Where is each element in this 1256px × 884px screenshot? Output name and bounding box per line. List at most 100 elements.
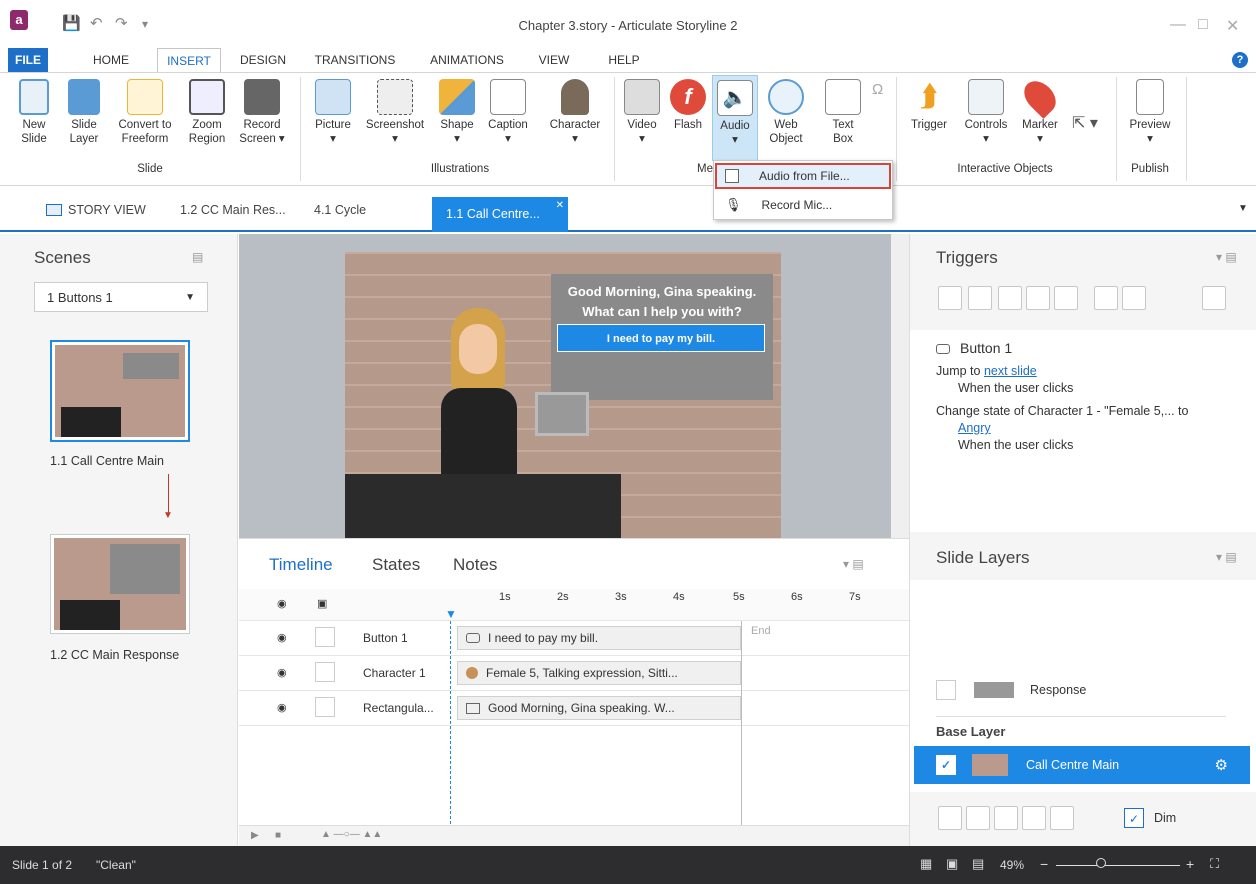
tab-file[interactable]: FILE	[8, 48, 48, 72]
story-view-tab[interactable]: STORY VIEW	[46, 197, 146, 223]
marker-button[interactable]: Marker ▾	[1016, 75, 1064, 146]
delete-layer-icon[interactable]	[1050, 806, 1074, 830]
layer-item[interactable]: Response	[936, 674, 1236, 706]
new-slide-button[interactable]: New Slide	[18, 79, 50, 146]
delete-trigger-icon[interactable]	[1054, 286, 1078, 310]
tab-cc-main-response[interactable]: 1.2 CC Main Res...	[180, 197, 286, 223]
copy-layer-icon[interactable]	[994, 806, 1018, 830]
slide-layer-button[interactable]: Slide Layer	[64, 79, 104, 146]
zoom-slider-thumb[interactable]	[1096, 858, 1106, 868]
tab-home[interactable]: HOME	[86, 48, 136, 72]
lock-toggle[interactable]	[315, 697, 335, 717]
normal-view-icon[interactable]: ▦	[920, 856, 932, 872]
help-icon[interactable]: ?	[1232, 52, 1248, 68]
eye-icon[interactable]: ◉	[277, 631, 287, 644]
text-box-button[interactable]: Text Box	[820, 79, 866, 146]
tab-timeline[interactable]: Timeline	[269, 555, 333, 575]
variables-icon[interactable]	[1202, 286, 1226, 310]
paste-trigger-icon[interactable]	[1026, 286, 1050, 310]
slide-view-icon[interactable]: ▣	[946, 856, 958, 872]
copy-trigger-icon[interactable]	[998, 286, 1022, 310]
preview-view-icon[interactable]: ▤	[972, 856, 984, 872]
tab-notes[interactable]: Notes	[453, 555, 497, 575]
tab-insert[interactable]: INSERT	[157, 48, 221, 72]
controls-button[interactable]: Controls ▾	[958, 79, 1014, 146]
tab-transitions[interactable]: TRANSITIONS	[308, 48, 402, 72]
timeline-row[interactable]: ◉ Rectangula... Good Morning, Gina speak…	[239, 691, 909, 726]
layer-checkbox-checked[interactable]: ✓	[936, 755, 956, 775]
shape-button[interactable]: Shape ▾	[434, 79, 480, 146]
close-icon[interactable]: ✕	[1226, 16, 1239, 36]
stop-icon[interactable]: ■	[275, 830, 281, 841]
trigger-link[interactable]: next slide	[984, 364, 1037, 378]
audio-from-file-item[interactable]: Audio from File...	[715, 163, 891, 189]
lock-toggle[interactable]	[315, 662, 335, 682]
convert-freeform-button[interactable]: Convert to Freeform	[112, 79, 178, 146]
lock-icon[interactable]: ▣	[317, 597, 327, 610]
eye-icon[interactable]: ◉	[277, 701, 287, 714]
symbol-icon[interactable]: Ω	[872, 81, 883, 98]
edit-trigger-icon[interactable]	[968, 286, 992, 310]
new-layer-icon[interactable]	[938, 806, 962, 830]
zoom-in-icon[interactable]: +	[1186, 856, 1194, 872]
lock-toggle[interactable]	[315, 627, 335, 647]
trigger-button[interactable]: ⮭ Trigger	[904, 79, 954, 132]
playhead-icon[interactable]: ▼	[445, 607, 457, 621]
timeline-bar[interactable]: I need to pay my bill.	[457, 626, 741, 650]
pay-bill-button[interactable]: I need to pay my bill.	[557, 324, 765, 352]
record-screen-button[interactable]: Record Screen ▾	[234, 79, 290, 146]
tab-states[interactable]: States	[372, 555, 420, 575]
close-tab-icon[interactable]: ✕	[556, 189, 564, 223]
new-trigger-icon[interactable]	[938, 286, 962, 310]
dim-checkbox[interactable]: ✓	[1124, 808, 1144, 828]
zoom-out-icon[interactable]: −	[1040, 856, 1048, 872]
zoom-slider[interactable]: ▲ —○— ▲▲	[321, 829, 382, 840]
eye-icon[interactable]: ◉	[277, 597, 287, 610]
trigger-object[interactable]: Button 1	[936, 340, 1231, 357]
web-object-button[interactable]: Web Object	[762, 79, 810, 146]
slide-thumbnail[interactable]	[50, 534, 190, 634]
zoom-slider[interactable]	[1056, 865, 1180, 866]
panel-restore-icon[interactable]: ▾ ▤	[1216, 250, 1237, 264]
screenshot-button[interactable]: Screenshot ▾	[360, 79, 430, 146]
flash-button[interactable]: f Flash	[668, 79, 708, 132]
tabs-overflow-icon[interactable]: ▼	[1238, 203, 1248, 214]
tab-view[interactable]: VIEW	[532, 48, 576, 72]
minimize-icon[interactable]: —	[1170, 16, 1186, 34]
tab-animations[interactable]: ANIMATIONS	[420, 48, 514, 72]
paste-layer-icon[interactable]	[1022, 806, 1046, 830]
panel-restore-icon[interactable]: ▾ ▤	[843, 557, 864, 571]
timeline-bar[interactable]: Female 5, Talking expression, Sitti...	[457, 661, 741, 685]
picture-button[interactable]: Picture ▾	[310, 79, 356, 146]
tab-call-centre-main[interactable]: 1.1 Call Centre... ✕	[432, 197, 568, 232]
panel-restore-icon[interactable]: ▤	[192, 250, 203, 264]
layer-checkbox[interactable]	[936, 680, 956, 700]
panel-restore-icon[interactable]: ▾ ▤	[1216, 550, 1237, 564]
gear-icon[interactable]: ⚙	[1215, 756, 1228, 774]
stage-scrollbar[interactable]	[891, 234, 909, 538]
timeline-bar[interactable]: Good Morning, Gina speaking. W...	[457, 696, 741, 720]
tab-help[interactable]: HELP	[604, 48, 644, 72]
duplicate-layer-icon[interactable]	[966, 806, 990, 830]
scene-select[interactable]: 1 Buttons 1 ▼	[34, 282, 208, 312]
move-down-icon[interactable]	[1122, 286, 1146, 310]
character-button[interactable]: Character ▾	[542, 79, 608, 146]
move-up-icon[interactable]	[1094, 286, 1118, 310]
trigger-item[interactable]: Jump to next slide	[936, 363, 1231, 380]
trigger-link[interactable]: Angry	[936, 420, 1231, 437]
timeline-row[interactable]: ◉ Button 1 I need to pay my bill. End	[239, 621, 909, 656]
record-mic-item[interactable]: 🎙 Record Mic...	[715, 193, 891, 217]
trigger-item[interactable]: Change state of Character 1 - "Female 5,…	[936, 403, 1231, 420]
cursor-icon[interactable]: ⇱ ▾	[1072, 113, 1098, 133]
tab-cycle[interactable]: 4.1 Cycle	[314, 197, 366, 223]
zoom-region-button[interactable]: Zoom Region	[186, 79, 228, 146]
eye-icon[interactable]: ◉	[277, 666, 287, 679]
layer-item-base[interactable]: ✓ Call Centre Main ⚙	[914, 746, 1250, 784]
fit-to-window-icon[interactable]: ⛶	[1210, 856, 1219, 872]
tab-design[interactable]: DESIGN	[236, 48, 290, 72]
play-icon[interactable]: ▶	[251, 830, 259, 841]
audio-button[interactable]: 🔈 Audio ▾	[712, 75, 758, 161]
video-button[interactable]: Video ▾	[622, 79, 662, 146]
caption-button[interactable]: Caption ▾	[482, 79, 534, 146]
timeline-row[interactable]: ◉ Character 1 Female 5, Talking expressi…	[239, 656, 909, 691]
